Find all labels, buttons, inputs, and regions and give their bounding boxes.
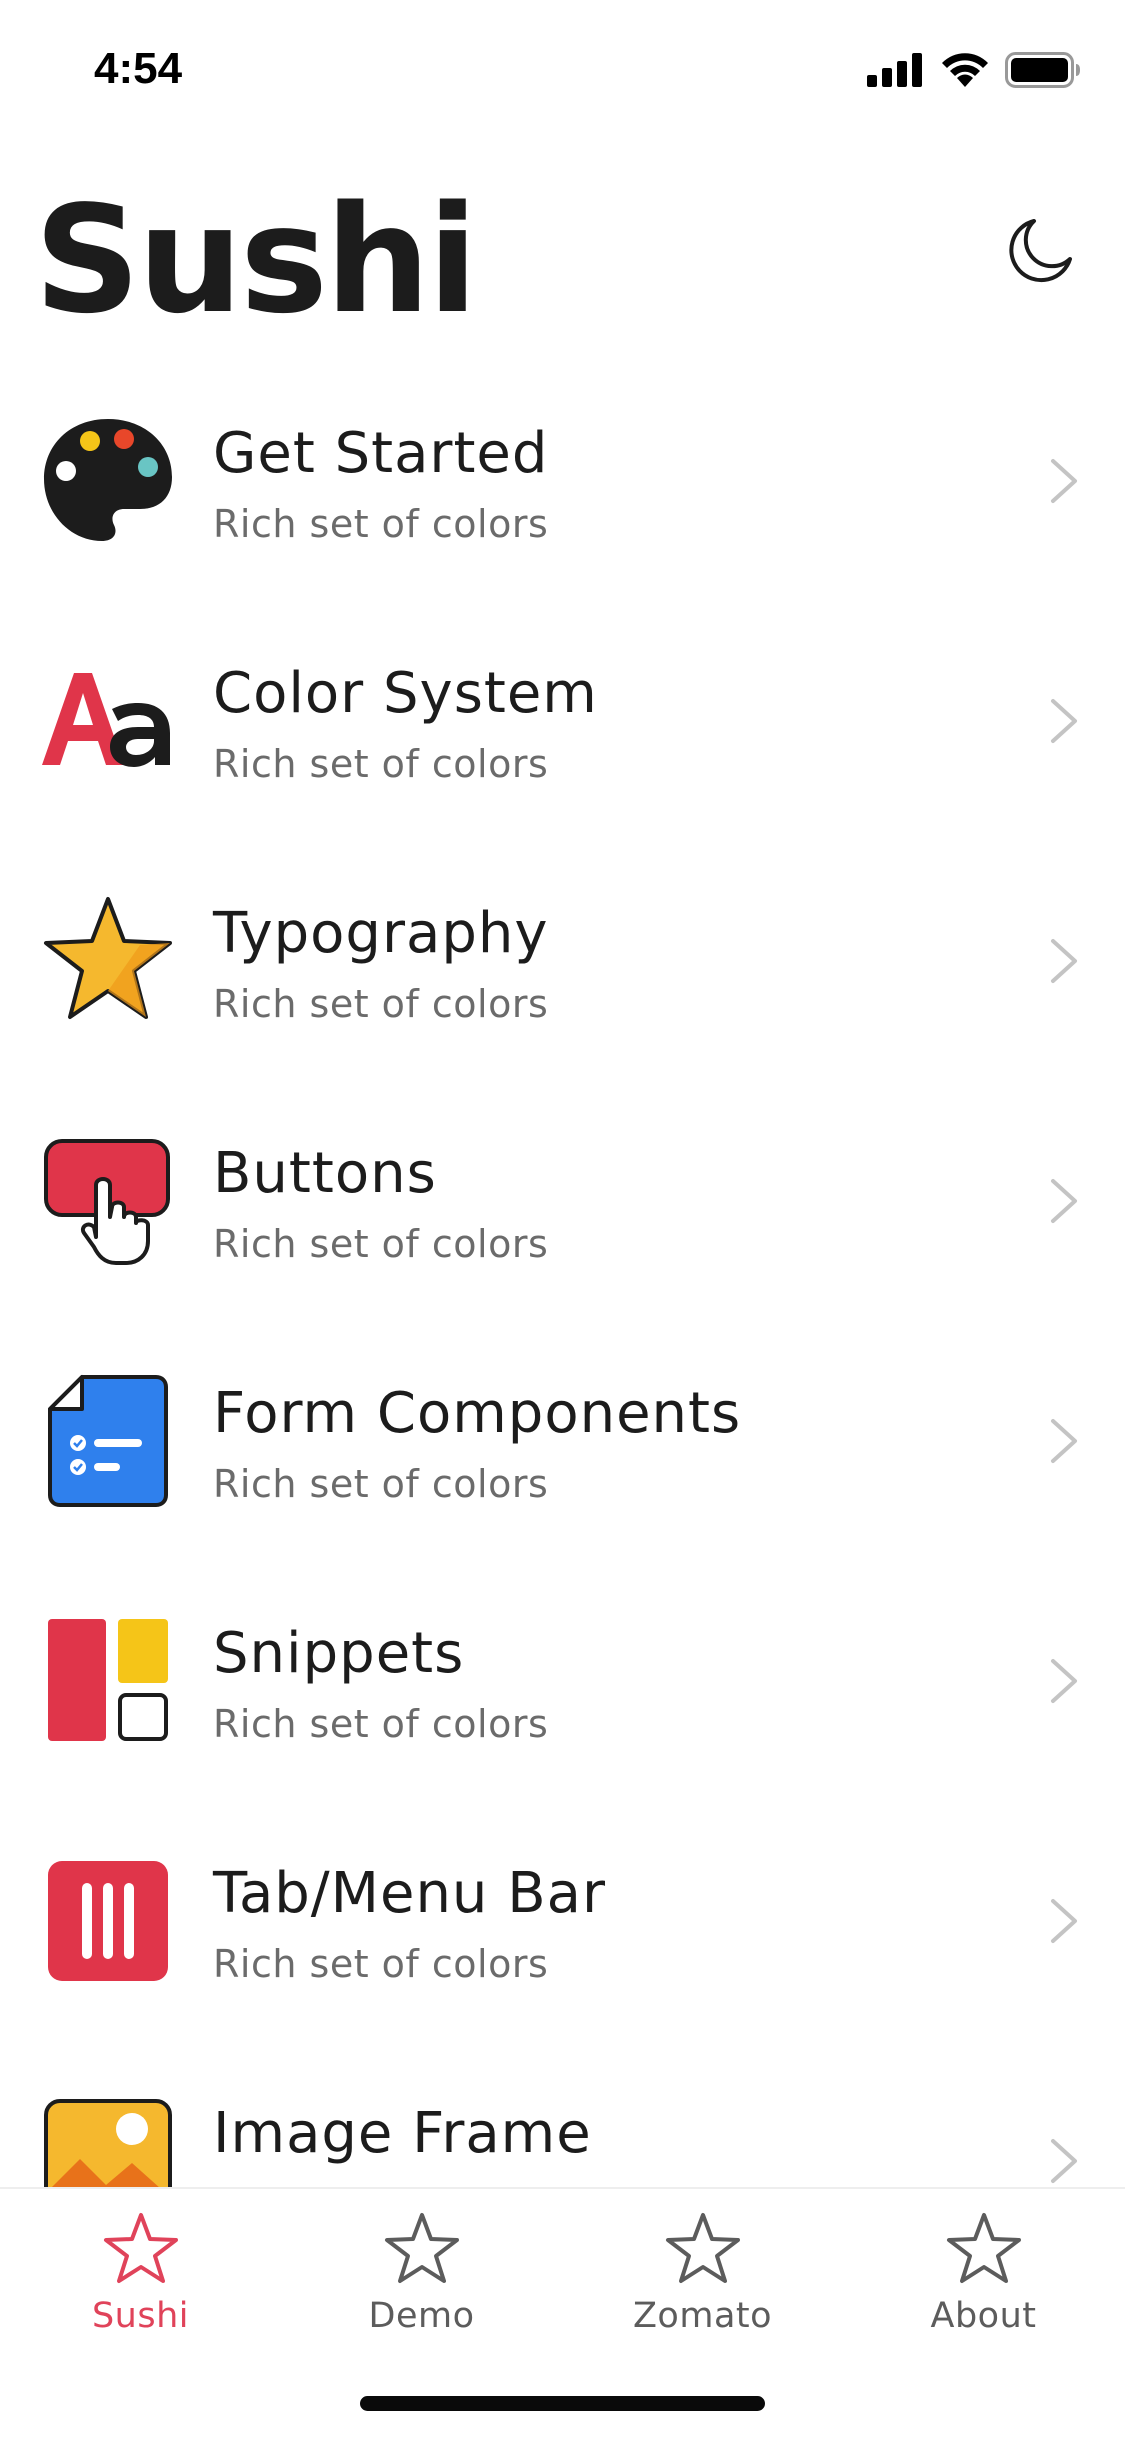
menu-item-title: Buttons	[213, 1141, 437, 1206]
chevron-right-icon	[1051, 459, 1077, 503]
status-time: 4:54	[94, 44, 183, 93]
menu-item-image-frame[interactable]: Image Frame Rich set of colors	[0, 2075, 1125, 2187]
menu-item-title: Form Components	[213, 1381, 742, 1446]
moon-icon	[1009, 219, 1072, 283]
menu-item-title: Image Frame	[213, 2101, 592, 2166]
menu-item-title: Color System	[213, 661, 598, 726]
menu-item-get-started[interactable]: Get Started Rich set of colors	[0, 395, 1125, 635]
home-indicator[interactable]	[360, 2396, 765, 2411]
palette-icon	[40, 413, 176, 549]
menu-item-buttons[interactable]: Buttons Rich set of colors	[0, 1115, 1125, 1355]
typeface-icon	[40, 653, 176, 789]
tab-demo[interactable]: Demo	[281, 2209, 562, 2349]
menu-item-subtitle: Rich set of colors	[213, 502, 549, 546]
image-frame-icon	[40, 2093, 176, 2187]
menu-item-snippets[interactable]: Snippets Rich set of colors	[0, 1595, 1125, 1835]
chevron-right-icon	[1051, 1419, 1077, 1463]
chevron-right-icon	[1051, 939, 1077, 983]
tab-label: Zomato	[632, 2296, 773, 2336]
menu-list: Get Started Rich set of colors Color Sys…	[0, 395, 1125, 2187]
status-bar: 4:54	[0, 0, 1125, 132]
menu-item-tab-menu-bar[interactable]: Tab/Menu Bar Rich set of colors	[0, 1835, 1125, 2075]
snippets-blocks-icon	[40, 1613, 176, 1749]
menu-item-color-system[interactable]: Color System Rich set of colors	[0, 635, 1125, 875]
chevron-right-icon	[1051, 1899, 1077, 1943]
tab-zomato[interactable]: Zomato	[562, 2209, 843, 2349]
menu-item-title: Get Started	[213, 421, 549, 486]
chevron-right-icon	[1051, 1179, 1077, 1223]
chevron-right-icon	[1051, 1659, 1077, 1703]
menu-item-subtitle: Rich set of colors	[213, 2179, 548, 2187]
menu-item-subtitle: Rich set of colors	[213, 1222, 549, 1266]
star-outline-icon	[103, 2213, 178, 2283]
tab-label: About	[930, 2296, 1037, 2336]
page-title: Sushi	[34, 174, 478, 346]
tab-sushi[interactable]: Sushi	[0, 2209, 281, 2349]
theme-toggle-button[interactable]	[995, 206, 1085, 296]
header: Sushi	[0, 170, 1125, 350]
menu-item-subtitle: Rich set of colors	[213, 1702, 549, 1746]
signal-icon	[867, 53, 922, 87]
menu-item-title: Tab/Menu Bar	[213, 1861, 606, 1926]
tab-label: Demo	[368, 2296, 475, 2336]
menu-item-subtitle: Rich set of colors	[213, 982, 549, 1026]
menu-item-typography[interactable]: Typography Rich set of colors	[0, 875, 1125, 1115]
status-icons	[867, 52, 1081, 88]
star-outline-icon	[946, 2213, 1021, 2283]
menu-item-subtitle: Rich set of colors	[213, 1462, 549, 1506]
chevron-right-icon	[1051, 699, 1077, 743]
menu-item-subtitle: Rich set of colors	[213, 1942, 549, 1986]
battery-icon	[1005, 52, 1080, 88]
chevron-right-icon	[1051, 2139, 1077, 2183]
menu-item-title: Typography	[213, 901, 549, 966]
tab-about[interactable]: About	[843, 2209, 1124, 2349]
wifi-icon	[942, 53, 988, 87]
star-icon	[40, 893, 176, 1029]
menu-item-form-components[interactable]: Form Components Rich set of colors	[0, 1355, 1125, 1595]
menu-item-title: Snippets	[213, 1621, 465, 1686]
star-outline-icon	[384, 2213, 459, 2283]
menu-bar-icon	[40, 1853, 176, 1989]
menu-item-subtitle: Rich set of colors	[213, 742, 549, 786]
star-outline-icon	[665, 2213, 740, 2283]
button-tap-icon	[40, 1133, 176, 1269]
tab-label: Sushi	[91, 2296, 190, 2336]
form-document-icon	[40, 1373, 176, 1509]
